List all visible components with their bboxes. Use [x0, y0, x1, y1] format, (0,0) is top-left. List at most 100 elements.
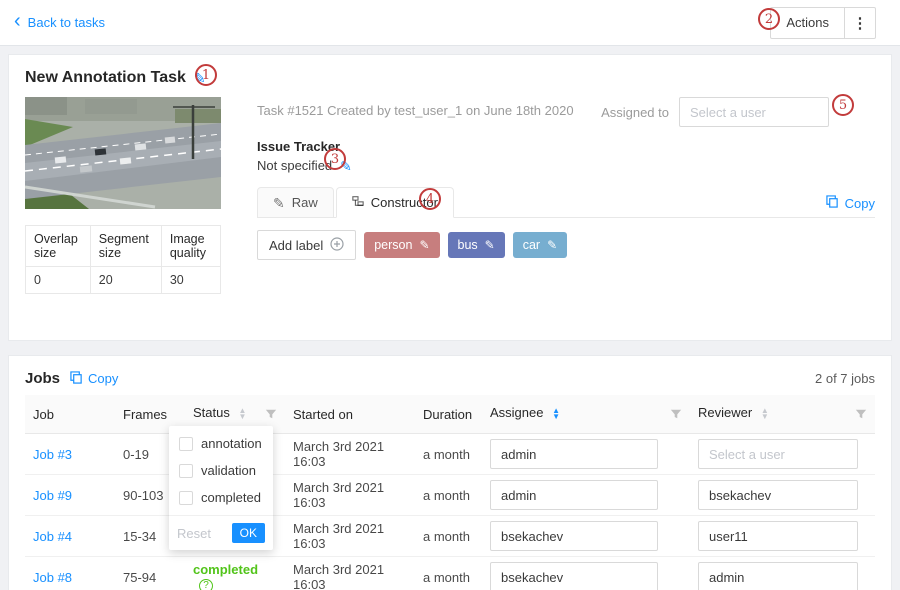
issue-tracker-value: Not specified: [257, 158, 332, 173]
issue-tracker-label: Issue Tracker: [257, 139, 875, 154]
job-duration: a month: [415, 557, 482, 590]
job-started: March 3rd 2021 16:03: [285, 557, 415, 590]
table-row: Job #3 0-19 ? March 3rd 2021 16:03 a mon…: [25, 434, 875, 475]
task-title-row: New Annotation Task ✎: [25, 69, 875, 87]
add-label-button[interactable]: Add label: [257, 230, 356, 260]
jobs-table-header-row: Job Frames Status ▲▼ Started on Duration: [25, 395, 875, 434]
label-chips: person ✎ bus ✎ car ✎: [364, 230, 567, 258]
status-sort-icon[interactable]: ▲▼: [238, 408, 246, 420]
actions-group: Actions ⋮: [770, 7, 876, 39]
assignee-sort-icon[interactable]: ▲▼: [552, 408, 560, 420]
task-params-table: Overlap sizeSegment sizeImage quality 02…: [25, 225, 221, 294]
col-job: Job: [25, 395, 115, 434]
filter-ok-button[interactable]: OK: [232, 523, 265, 543]
filter-option[interactable]: annotation: [169, 430, 273, 457]
callout-3: 3: [324, 148, 346, 170]
jobs-copy-link[interactable]: Copy: [70, 371, 118, 387]
table-row: Job #9 90-103 ? March 3rd 2021 16:03 a m…: [25, 475, 875, 516]
col-assignee: Assignee ▲▼: [482, 395, 690, 434]
param-header: Image quality: [161, 226, 220, 267]
callout-4: 4: [419, 188, 441, 210]
labels-copy-link[interactable]: Copy: [826, 195, 875, 217]
jobs-header: Jobs Copy 2 of 7 jobs: [25, 370, 875, 387]
label-name: person: [374, 238, 412, 252]
param-values-row: 02030: [26, 267, 221, 294]
label-chip[interactable]: person ✎: [364, 232, 439, 258]
job-duration: a month: [415, 434, 482, 475]
plus-circle-icon: [330, 237, 344, 254]
page-title: New Annotation Task: [25, 69, 186, 87]
param-headers-row: Overlap sizeSegment sizeImage quality: [26, 226, 221, 267]
reviewer-sort-icon[interactable]: ▲▼: [761, 408, 769, 420]
labels-panel: Add label person ✎: [257, 218, 875, 326]
job-link[interactable]: Job #9: [33, 488, 72, 503]
reviewer-input[interactable]: [698, 562, 858, 590]
checkbox[interactable]: [179, 464, 193, 478]
assignee-input[interactable]: [490, 480, 658, 510]
job-frames: 75-94: [115, 557, 185, 590]
reviewer-input[interactable]: [698, 521, 858, 551]
filter-reset-button[interactable]: Reset: [177, 526, 211, 541]
col-started: Started on: [285, 395, 415, 434]
reviewer-input[interactable]: [698, 480, 858, 510]
issue-tracker: Issue Tracker Not specified ✎: [257, 139, 875, 173]
status-filter-icon[interactable]: [265, 408, 277, 423]
back-link[interactable]: ‹ Back to tasks: [14, 14, 105, 31]
copy-icon: [70, 371, 83, 387]
col-duration: Duration: [415, 395, 482, 434]
checkbox[interactable]: [179, 437, 193, 451]
task-meta: Task #1521 Created by test_user_1 on Jun…: [257, 97, 574, 118]
jobs-title: Jobs: [25, 370, 60, 387]
job-started: March 3rd 2021 16:03: [285, 434, 415, 475]
job-started: March 3rd 2021 16:03: [285, 475, 415, 516]
job-started: March 3rd 2021 16:03: [285, 516, 415, 557]
assigned-to-label: Assigned to: [601, 105, 669, 120]
param-value: 20: [90, 267, 161, 294]
label-chip[interactable]: car ✎: [513, 232, 567, 258]
reviewer-filter-icon[interactable]: [855, 408, 867, 423]
actions-button[interactable]: Actions: [770, 7, 845, 39]
task-meta-row: Task #1521 Created by test_user_1 on Jun…: [257, 97, 875, 127]
jobs-card: Jobs Copy 2 of 7 jobs Job Frames: [8, 355, 892, 590]
label-chip[interactable]: bus ✎: [448, 232, 505, 258]
reviewer-input[interactable]: [698, 439, 858, 469]
jobs-table: Job Frames Status ▲▼ Started on Duration: [25, 395, 875, 590]
back-label: Back to tasks: [28, 15, 105, 30]
assignee-input[interactable]: [490, 562, 658, 590]
param-value: 30: [161, 267, 220, 294]
status-filter-dropdown: annotation validation completed Reset OK: [169, 426, 273, 550]
edit-label-icon[interactable]: ✎: [485, 239, 495, 251]
page: ‹ Back to tasks Actions ⋮ New Annotation…: [0, 0, 900, 590]
job-status-cell: completed?: [185, 557, 285, 590]
param-header: Overlap size: [26, 226, 91, 267]
assignee-input[interactable]: [490, 521, 658, 551]
labels-tabs: ✎ Raw Constructor Copy: [257, 187, 875, 218]
job-link[interactable]: Job #3: [33, 447, 72, 462]
callout-1: 1: [195, 64, 217, 86]
filter-option[interactable]: validation: [169, 457, 273, 484]
task-preview-image: [25, 97, 221, 209]
callout-5: 5: [832, 94, 854, 116]
tab-raw[interactable]: ✎ Raw: [257, 187, 334, 218]
question-circle-icon[interactable]: ?: [199, 579, 213, 590]
job-link[interactable]: Job #8: [33, 570, 72, 585]
col-reviewer: Reviewer ▲▼: [690, 395, 875, 434]
filter-options: annotation validation completed: [169, 430, 273, 511]
assignee-input[interactable]: [490, 439, 658, 469]
checkbox[interactable]: [179, 491, 193, 505]
edit-label-icon[interactable]: ✎: [419, 239, 429, 251]
label-name: car: [523, 238, 540, 252]
filter-footer: Reset OK: [169, 515, 273, 550]
task-assignee-input[interactable]: [679, 97, 829, 127]
assignee-filter-icon[interactable]: [670, 408, 682, 423]
more-actions-button[interactable]: ⋮: [844, 7, 876, 39]
filter-option[interactable]: completed: [169, 484, 273, 511]
param-value: 0: [26, 267, 91, 294]
edit-label-icon[interactable]: ✎: [547, 239, 557, 251]
callout-2: 2: [758, 8, 780, 30]
job-link[interactable]: Job #4: [33, 529, 72, 544]
task-left-column: Overlap sizeSegment sizeImage quality 02…: [25, 97, 221, 326]
jobs-count: 2 of 7 jobs: [815, 371, 875, 386]
chevron-left-icon: ‹: [14, 11, 21, 31]
jobs-table-body: Job #3 0-19 ? March 3rd 2021 16:03 a mon…: [25, 434, 875, 590]
